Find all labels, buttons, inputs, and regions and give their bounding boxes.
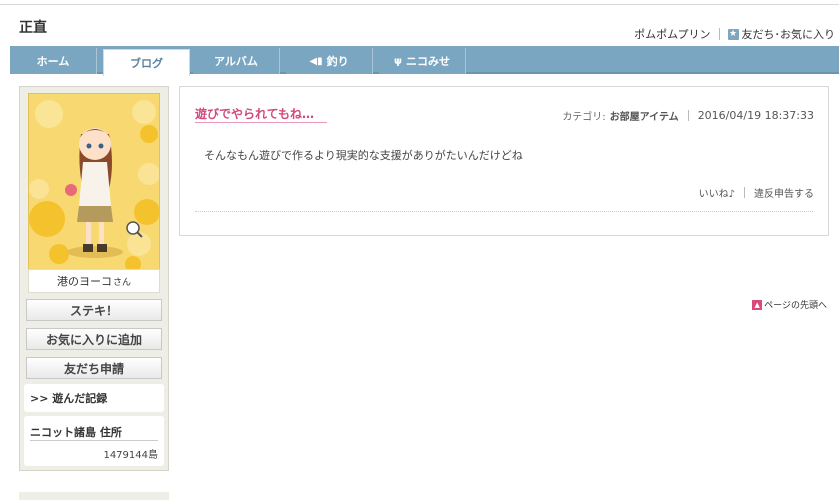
top-border — [0, 4, 839, 5]
blog-post: 遊びでやられてもね… カテゴリ: お部屋アイテム 2016/04/19 18:3… — [179, 86, 829, 236]
friend-request-button[interactable]: 友だち申請 — [26, 357, 162, 379]
page-top-link[interactable]: ▲ ページの先頭へ — [752, 298, 827, 311]
played-record-link[interactable]: >> 遊んだ記録 — [24, 384, 164, 412]
post-actions: いいね♪ 違反申告する — [699, 185, 814, 200]
address-title: ニコット諸島 住所 — [30, 426, 122, 439]
suteki-button[interactable]: ステキ！ — [26, 299, 162, 321]
add-favorite-button[interactable]: お気に入りに追加 — [26, 328, 162, 350]
name-suffix: さん — [112, 277, 131, 288]
tab-nikomise[interactable]: ψ ニコみせ — [379, 48, 466, 74]
actions-divider — [744, 187, 745, 198]
fork-knife-icon: ψ — [394, 55, 402, 67]
profile-sidebar: 港のヨーコ さん ステキ！ お気に入りに追加 友だち申請 >> 遊んだ記録 ニコッ… — [19, 86, 169, 471]
post-title-underline — [195, 122, 327, 123]
header-link-friends[interactable]: 友だち･お気に入り — [742, 26, 836, 42]
island-address: ニコット諸島 住所 1479144島 — [24, 416, 164, 466]
page-top-label: ページの先頭へ — [764, 301, 827, 311]
post-title[interactable]: 遊びでやられてもね… — [195, 105, 314, 122]
page-title: 正直 — [19, 20, 47, 36]
like-button[interactable]: いいね♪ — [699, 185, 735, 200]
address-value: 1479144島 — [103, 450, 158, 461]
header-links: ポムポムプリン ★ 友だち･お気に入り — [634, 26, 835, 42]
post-body: そんなもん遊びで作るより現実的な支援がありがたいんだけどね — [204, 149, 523, 162]
avatar[interactable] — [28, 93, 160, 270]
tab-label: ニコみせ — [405, 55, 450, 68]
tab-album[interactable]: アルバム — [193, 48, 280, 74]
post-footer-divider — [195, 211, 813, 212]
tab-label: ホーム — [36, 55, 70, 68]
report-link[interactable]: 違反申告する — [754, 185, 814, 200]
tab-blog[interactable]: ブログ — [103, 49, 190, 76]
category-value[interactable]: お部屋アイテム — [610, 108, 679, 123]
user-name: 港のヨーコ — [56, 275, 112, 288]
main-nav: ホーム ブログ アルバム ◀▮ 釣り ψ ニコみせ — [10, 46, 839, 76]
arrow-up-icon: ▲ — [752, 299, 763, 310]
tab-label: 釣り — [326, 55, 349, 68]
address-divider — [30, 440, 158, 441]
tab-label: ブログ — [130, 57, 163, 70]
tab-label: アルバム — [214, 55, 258, 68]
sidebar-next-box — [19, 492, 169, 500]
category-label: カテゴリ: — [562, 112, 606, 123]
post-date: 2016/04/19 18:37:33 — [697, 109, 814, 122]
tab-fishing[interactable]: ◀▮ 釣り — [286, 48, 373, 74]
star-icon: ★ — [727, 28, 739, 40]
avatar-name: 港のヨーコ さん — [28, 269, 160, 293]
avatar-image — [29, 94, 159, 269]
tab-home[interactable]: ホーム — [10, 48, 97, 74]
header-divider — [718, 28, 720, 40]
post-meta: カテゴリ: お部屋アイテム 2016/04/19 18:37:33 — [562, 108, 814, 123]
fish-icon: ◀▮ — [309, 55, 323, 67]
meta-divider — [687, 110, 689, 121]
header-link-pompompurin[interactable]: ポムポムプリン — [634, 26, 710, 42]
